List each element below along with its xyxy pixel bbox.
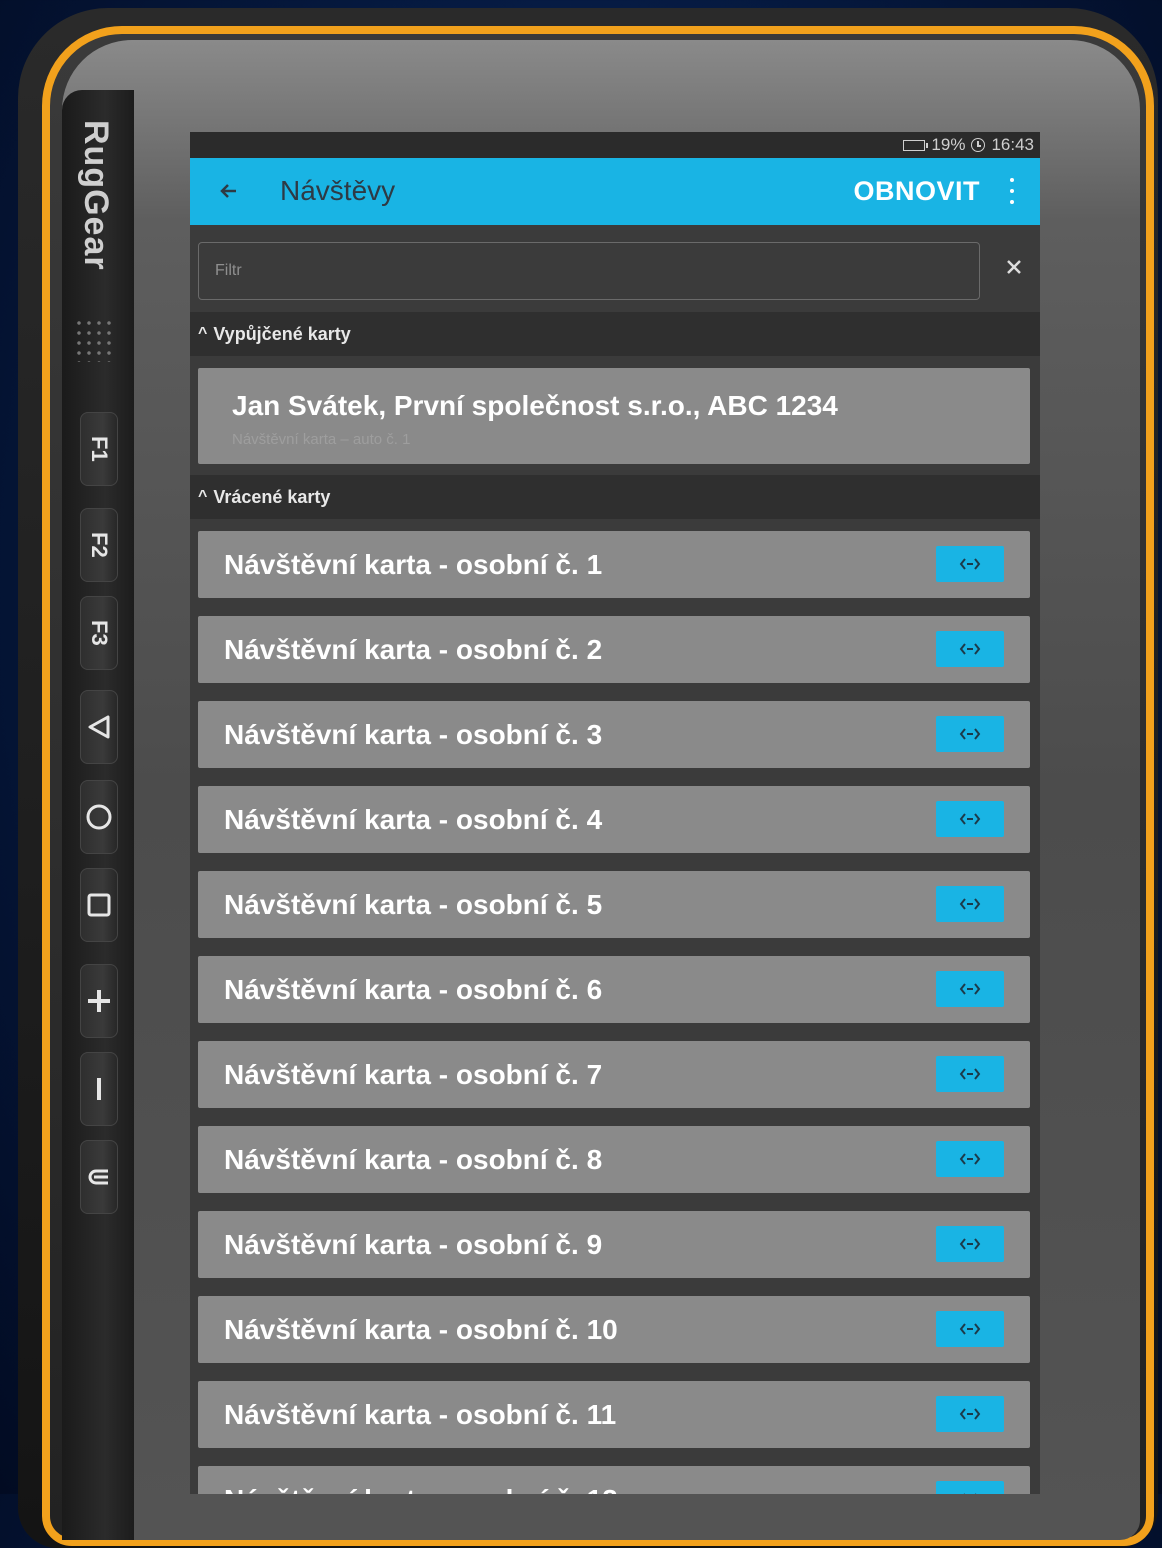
- card-label: Návštěvní karta - osobní č. 2: [224, 634, 603, 665]
- returned-card-item[interactable]: Návštěvní karta - osobní č. 9: [198, 1211, 1030, 1278]
- swap-icon: [959, 1238, 981, 1250]
- card-label: Návštěvní karta - osobní č. 3: [224, 719, 603, 750]
- section-header-borrowed[interactable]: ^ Vypůjčené karty: [190, 312, 1040, 356]
- returned-card-item[interactable]: Návštěvní karta - osobní č. 6: [198, 956, 1030, 1023]
- speaker-grille: [74, 318, 116, 362]
- section-title: Vrácené karty: [213, 486, 331, 507]
- square-recents-icon: [87, 893, 111, 917]
- more-vertical-icon[interactable]: [1008, 178, 1016, 204]
- returned-card-item[interactable]: Návštěvní karta - osobní č. 5: [198, 871, 1030, 938]
- battery-icon: [903, 139, 929, 151]
- returned-card-item[interactable]: Návštěvní karta - osobní č. 10: [198, 1296, 1030, 1363]
- lend-card-button[interactable]: [936, 1481, 1004, 1494]
- card-label: Návštěvní karta - osobní č. 11: [224, 1399, 617, 1430]
- section-title: Vypůjčené karty: [213, 323, 351, 344]
- borrowed-card-item[interactable]: Jan Svátek, První společnost s.r.o., ABC…: [198, 368, 1030, 464]
- returned-card-item[interactable]: Návštěvní karta - osobní č. 1: [198, 531, 1030, 598]
- card-label: Návštěvní karta - osobní č. 8: [224, 1144, 603, 1175]
- swap-icon: [959, 728, 981, 740]
- lend-card-button[interactable]: [936, 1396, 1004, 1432]
- brand-logo: RugGear: [77, 120, 115, 271]
- swap-icon: [959, 643, 981, 655]
- status-time: 16:43: [991, 135, 1034, 154]
- swap-icon: [959, 1408, 981, 1420]
- card-label: Návštěvní karta - osobní č. 6: [224, 974, 603, 1005]
- returned-card-item[interactable]: Návštěvní karta - osobní č. 12: [198, 1466, 1030, 1494]
- swap-icon: [959, 1153, 981, 1165]
- card-label: Návštěvní karta - osobní č. 10: [224, 1314, 618, 1345]
- power-button[interactable]: [80, 1140, 118, 1214]
- card-label: Návštěvní karta - osobní č. 7: [224, 1059, 603, 1090]
- f2-key-label: F2: [87, 532, 112, 558]
- battery-level: 19%: [931, 135, 966, 154]
- returned-card-item[interactable]: Návštěvní karta - osobní č. 2: [198, 616, 1030, 683]
- lend-card-button[interactable]: [936, 886, 1004, 922]
- close-icon[interactable]: [1004, 254, 1024, 282]
- swap-icon: [959, 898, 981, 910]
- page-title: Návštěvy: [280, 175, 396, 206]
- lend-card-button[interactable]: [936, 801, 1004, 837]
- returned-card-item[interactable]: Návštěvní karta - osobní č. 3: [198, 701, 1030, 768]
- borrowed-card-subtitle: Návštěvní karta – auto č. 1: [232, 431, 411, 448]
- card-label: Návštěvní karta - osobní č. 4: [224, 804, 603, 835]
- f2-key[interactable]: F2: [80, 508, 118, 582]
- chevron-up-icon: ^: [198, 488, 208, 505]
- returned-card-item[interactable]: Návštěvní karta - osobní č. 4: [198, 786, 1030, 853]
- volume-up-button[interactable]: [80, 964, 118, 1038]
- filter-input[interactable]: [198, 242, 980, 300]
- lend-card-button[interactable]: [936, 1311, 1004, 1347]
- recents-hardware-button[interactable]: [80, 868, 118, 942]
- f1-key[interactable]: F1: [80, 412, 118, 486]
- back-hardware-button[interactable]: [80, 690, 118, 764]
- card-label: Návštěvní karta - osobní č. 12: [224, 1484, 618, 1494]
- volume-down-button[interactable]: [80, 1052, 118, 1126]
- card-label: Návštěvní karta - osobní č. 5: [224, 889, 603, 920]
- f3-key-label: F3: [87, 620, 112, 646]
- returned-card-item[interactable]: Návštěvní karta - osobní č. 8: [198, 1126, 1030, 1193]
- returned-card-item[interactable]: Návštěvní karta - osobní č. 7: [198, 1041, 1030, 1108]
- card-label: Návštěvní karta - osobní č. 9: [224, 1229, 603, 1260]
- minus-volume-icon: [97, 1078, 101, 1100]
- refresh-button[interactable]: OBNOVIT: [853, 176, 980, 207]
- triangle-back-icon: [88, 715, 110, 739]
- clock-icon: [971, 138, 986, 152]
- status-bar: 19% 16:43: [190, 132, 1040, 158]
- chevron-up-icon: ^: [198, 325, 208, 342]
- plus-volume-icon: [88, 990, 110, 1012]
- lend-card-button[interactable]: [936, 971, 1004, 1007]
- swap-icon: [959, 813, 981, 825]
- status-indicators: 19% 16:43: [903, 135, 1034, 155]
- circle-home-icon: [86, 804, 112, 830]
- home-hardware-button[interactable]: [80, 780, 118, 854]
- returned-card-item[interactable]: Návštěvní karta - osobní č. 11: [198, 1381, 1030, 1448]
- f1-key-label: F1: [87, 436, 112, 462]
- lend-card-button[interactable]: [936, 631, 1004, 667]
- borrowed-card-title: Jan Svátek, První společnost s.r.o., ABC…: [232, 390, 838, 421]
- card-label: Návštěvní karta - osobní č. 1: [224, 549, 603, 580]
- lend-card-button[interactable]: [936, 716, 1004, 752]
- swap-icon: [959, 983, 981, 995]
- lend-card-button[interactable]: [936, 1056, 1004, 1092]
- arrow-left-icon[interactable]: [214, 176, 244, 206]
- swap-icon: [959, 1323, 981, 1335]
- app-bar: Návštěvy OBNOVIT: [190, 158, 1040, 225]
- swap-icon: [959, 1068, 981, 1080]
- lend-card-button[interactable]: [936, 1226, 1004, 1262]
- app-screen: 19% 16:43 Návštěvy OBNOVIT ^ Vypůjčené k…: [190, 132, 1040, 1494]
- power-icon: [88, 1169, 108, 1185]
- f3-key[interactable]: F3: [80, 596, 118, 670]
- lend-card-button[interactable]: [936, 1141, 1004, 1177]
- section-header-returned[interactable]: ^ Vrácené karty: [190, 475, 1040, 519]
- swap-icon: [959, 558, 981, 570]
- lend-card-button[interactable]: [936, 546, 1004, 582]
